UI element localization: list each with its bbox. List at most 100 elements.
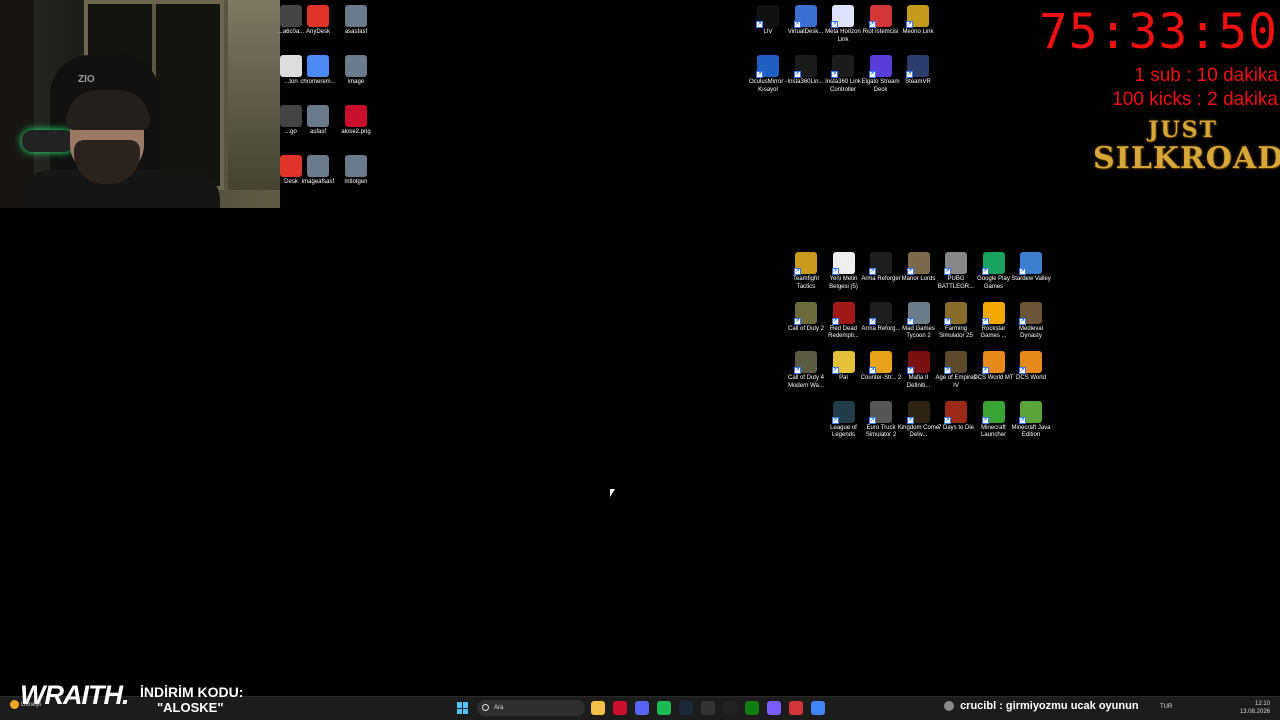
desktop-icon[interactable]: ↗ Manor Lords	[900, 252, 938, 284]
discord-icon[interactable]	[635, 701, 649, 715]
desktop-icon-label: Meono Link	[902, 29, 934, 35]
sun-icon	[10, 700, 19, 709]
desktop-icon[interactable]: ↗ Call of Duty 2	[787, 301, 825, 334]
desktop-icon[interactable]: ↗ Yeni Metin Belgesi (5)	[825, 252, 863, 291]
shortcut-arrow-icon: ↗	[756, 71, 763, 78]
spotify-icon[interactable]	[657, 701, 671, 715]
dcs-icon: ↗	[981, 351, 1005, 374]
shortcut-arrow-icon: ↗	[981, 268, 989, 275]
desktop-icon[interactable]: ↗ Red Dead Redempti...	[825, 301, 863, 341]
cod2-icon: ↗	[794, 301, 817, 325]
desktop-icon[interactable]: imageafsasf	[299, 155, 337, 187]
desktop-icon-label: DCS World	[1016, 375, 1046, 381]
shortcut-arrow-icon: ↗	[906, 21, 913, 28]
riot-icon[interactable]	[789, 701, 803, 715]
aoe-icon: ↗	[944, 351, 967, 374]
desktop-icon[interactable]: ↗ Teamfight Tactics	[787, 252, 825, 291]
desktop-icon[interactable]: ↗ Arma Reforger	[861, 252, 901, 284]
xbox-icon[interactable]	[745, 701, 759, 715]
desktop-icon[interactable]: ↗ DCS World	[1012, 351, 1050, 383]
ets2-icon: ↗	[869, 400, 892, 424]
opera-icon[interactable]	[613, 701, 627, 715]
desktop-icon[interactable]: ↗ League of Legends	[825, 400, 863, 440]
taskbar-clock[interactable]: 12:10 13.08.2026	[1240, 700, 1270, 716]
desktop-icon[interactable]: AnyDesk	[299, 5, 337, 37]
desktop-icon[interactable]: mtlotgen	[337, 155, 375, 187]
riot-icon: ↗	[868, 5, 892, 28]
shortcut-arrow-icon: ↗	[756, 21, 763, 28]
desktop-icon[interactable]: ↗ VirtualDesk...	[787, 5, 825, 37]
desktop-icon[interactable]: ↗ Rockstar Games ...	[975, 301, 1013, 341]
desktop-icon[interactable]: ↗ Mad Games Tycoon 2	[900, 301, 938, 341]
desktop-icon[interactable]: asfasf	[299, 105, 337, 137]
shortcut-arrow-icon: ↗	[868, 21, 876, 28]
kicks-rate-text: 100 kicks : 2 dakika	[1112, 89, 1278, 110]
desktop-icon[interactable]: ↗ Arma Reforg...	[861, 301, 901, 334]
shortcut-arrow-icon: ↗	[906, 317, 914, 325]
arma-icon: ↗	[869, 301, 892, 325]
desktop-icon[interactable]: ↗ 7 Days to Die	[937, 400, 975, 433]
desktop-icon[interactable]: ↗ Stardew Valley	[1011, 252, 1051, 284]
steamvr-icon: ↗	[906, 55, 929, 78]
shortcut-arrow-icon: ↗	[794, 367, 801, 374]
desktop-icon[interactable]: asasfasf	[337, 5, 375, 37]
taskbar-search[interactable]: Ara	[477, 700, 585, 716]
desktop-icon-label: image	[347, 79, 365, 85]
shortcut-arrow-icon: ↗	[831, 317, 839, 325]
shortcut-arrow-icon: ↗	[1019, 367, 1026, 374]
copilot-icon[interactable]	[767, 701, 781, 715]
desktop-icon[interactable]: ↗ DCS World MT	[973, 351, 1014, 383]
desktop-icon[interactable]: ↗ Medieval Dynasty	[1012, 301, 1050, 341]
headset	[22, 130, 74, 152]
desktop-icon[interactable]: ↗ Euro Truck Simulator 2	[862, 400, 900, 440]
desktop-icon[interactable]: ↗ Counter-Str... 2	[861, 351, 901, 383]
desktop-icon[interactable]: ↗ Age of Empires IV	[935, 351, 977, 390]
desktop-icon[interactable]: ↗ Pal	[825, 351, 863, 383]
desktop-icon[interactable]: alose2.png	[337, 105, 375, 137]
discount-title: İNDİRİM KODU:	[140, 684, 244, 700]
shortcut-arrow-icon: ↗	[793, 21, 801, 28]
discount-code: "ALOSKE"	[157, 700, 224, 715]
meono-icon: ↗	[906, 5, 929, 28]
image-file-icon	[307, 155, 329, 177]
keyboard-lang[interactable]: TUR	[1160, 704, 1172, 710]
desktop-icon[interactable]: ↗ Minecraft Java Edition	[1011, 400, 1051, 440]
clock-time: 12:10	[1254, 701, 1270, 707]
mouse-cursor-icon	[610, 489, 615, 497]
capcut-icon[interactable]	[723, 701, 737, 715]
chat-avatar-icon	[944, 701, 954, 712]
desktop-icon[interactable]: ↗ PUBG BATTLEGR...	[937, 252, 975, 291]
desktop-icon[interactable]: ↗ Elgato Stream Deck	[861, 55, 900, 94]
desktop-icon[interactable]: ↗ SteamVR	[899, 55, 937, 87]
desktop-icon[interactable]: chromerem...	[299, 55, 337, 87]
desktop-icon[interactable]: ↗ LIV	[749, 5, 787, 37]
liv-icon: ↗	[756, 5, 779, 28]
desktop-icon[interactable]: ↗ Meono Link	[899, 5, 937, 37]
desktop-icon[interactable]: ↗ Insta360 Link Controller	[824, 55, 862, 94]
desktop-icon[interactable]: ↗ Kingdom Come Deliv...	[898, 400, 939, 440]
mad-games-icon: ↗	[906, 301, 930, 325]
shortcut-arrow-icon: ↗	[831, 367, 839, 374]
desktop-icon[interactable]: ↗ OculusMirror - Kısayol	[749, 55, 787, 94]
file-explorer-icon[interactable]	[591, 701, 605, 715]
shortcut-arrow-icon: ↗	[1019, 317, 1026, 325]
streamer-hair	[66, 90, 150, 130]
start-button[interactable]	[457, 702, 469, 714]
desktop-icon[interactable]: image	[337, 55, 375, 87]
desktop-icon-label: alose2.png	[341, 129, 371, 135]
desktop-icon[interactable]: ↗ Insta360Lin...	[787, 55, 825, 87]
steam-icon[interactable]	[679, 701, 693, 715]
chrome-icon[interactable]	[811, 701, 825, 715]
epic-icon[interactable]	[701, 701, 715, 715]
system-tray[interactable]: TUR	[1160, 704, 1172, 710]
shortcut-arrow-icon: ↗	[981, 416, 989, 424]
desktop-icon[interactable]: ↗ Minecraft Launcher	[975, 400, 1013, 440]
desktop-icon[interactable]: ↗ Mafia II Definiti...	[900, 351, 938, 390]
desktop-icon[interactable]: ↗ Call of Duty 4 Modern Wa...	[787, 351, 825, 390]
desktop-icon[interactable]: ↗ Meta Horizon Link	[824, 5, 862, 44]
text-file-icon: ↗	[831, 252, 855, 275]
desktop-icon[interactable]: ↗ Riot İstemcisi	[862, 5, 900, 37]
desktop-icon[interactable]: ↗ Farming Simulator 25	[937, 301, 975, 341]
image-file-icon	[307, 105, 329, 127]
desktop-icon[interactable]: ↗ Google Play Games	[975, 252, 1013, 291]
